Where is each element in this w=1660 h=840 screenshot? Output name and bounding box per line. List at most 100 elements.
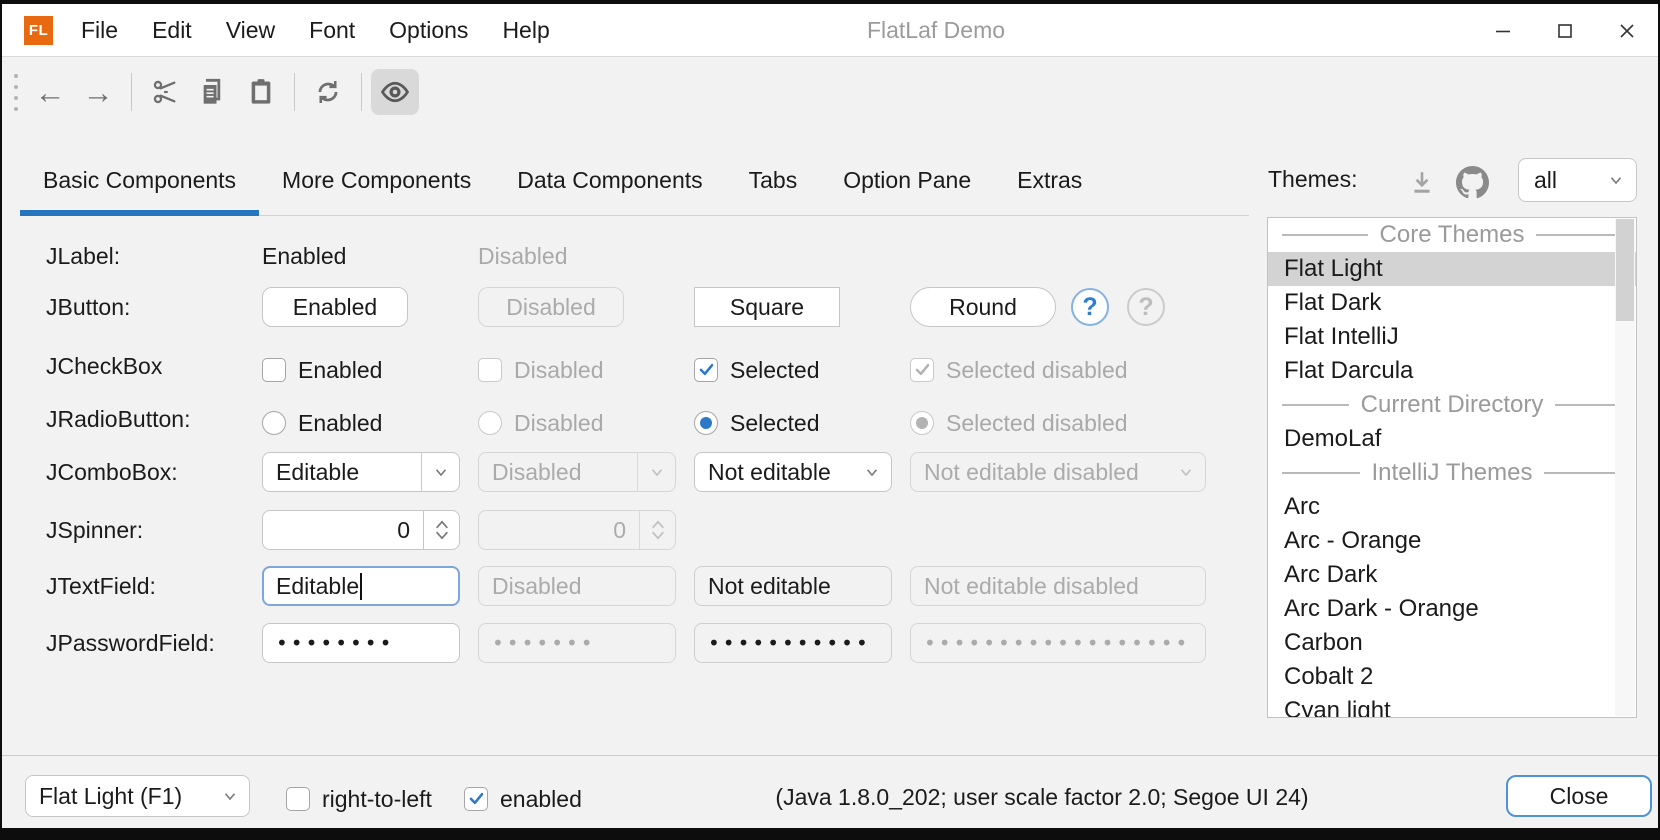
list-separator: IntelliJ Themes (1268, 456, 1636, 490)
enabled-button[interactable]: Enabled (262, 287, 408, 327)
laf-selector-combobox[interactable]: Flat Light (F1) (25, 775, 250, 817)
list-item[interactable]: Arc Dark - Orange (1268, 592, 1636, 626)
bottom-divider (2, 755, 1658, 756)
radio-label: Disabled (514, 410, 604, 437)
textfield-value: Not editable (708, 573, 831, 600)
spinner-value: 0 (479, 511, 639, 549)
tab-tabs[interactable]: Tabs (726, 146, 821, 215)
right-to-left-checkbox[interactable]: right-to-left (286, 783, 432, 815)
tab-basic-components[interactable]: Basic Components (20, 146, 259, 215)
passwordfield-not-editable-disabled: •••••••••••••••••• (910, 623, 1206, 663)
spinner-up-down-icons[interactable] (423, 511, 459, 549)
list-item[interactable]: Cyan light (1268, 694, 1636, 718)
passwordfield-not-editable[interactable]: ••••••••••• (694, 623, 892, 663)
chevron-down-icon (1596, 171, 1636, 189)
radio-label: Selected disabled (946, 410, 1128, 437)
github-button[interactable] (1454, 164, 1490, 200)
enabled-checkbox[interactable]: enabled (464, 783, 582, 815)
combobox-editable[interactable]: Editable (262, 452, 460, 492)
checkbox-check-icon (910, 358, 934, 382)
checkbox-label: Selected (730, 357, 820, 384)
jlabel-row-label: JLabel: (46, 240, 120, 272)
toolbar-grip-handle[interactable] (14, 74, 18, 111)
spinner-enabled[interactable]: 0 (262, 510, 460, 550)
close-icon[interactable] (1596, 4, 1658, 57)
combobox-value[interactable]: Editable (263, 459, 421, 486)
spinner-disabled: 0 (478, 510, 676, 550)
menu-view[interactable]: View (209, 4, 292, 57)
chevron-down-icon[interactable] (421, 453, 459, 491)
list-item[interactable]: Flat Dark (1268, 286, 1636, 320)
list-item[interactable]: Flat IntelliJ (1268, 320, 1636, 354)
flatlaf-logo-icon: FL (24, 16, 53, 45)
paste-button[interactable] (237, 69, 285, 115)
close-button[interactable]: Close (1506, 775, 1652, 817)
list-item[interactable]: Arc (1268, 490, 1636, 524)
password-dots: ••••••• (492, 631, 596, 655)
toolbar-separator (131, 73, 132, 111)
tab-more-components[interactable]: More Components (259, 146, 494, 215)
cut-button[interactable] (141, 69, 189, 115)
github-icon (1456, 166, 1489, 199)
textfield-editable[interactable]: Editable (262, 566, 460, 606)
checkbox-selected[interactable]: Selected (694, 354, 820, 386)
help-button[interactable]: ? (1071, 288, 1109, 326)
minimize-icon[interactable] (1472, 4, 1534, 57)
toolbar-separator (294, 73, 295, 111)
radio-selected[interactable]: Selected (694, 407, 820, 439)
radio-circle-icon (478, 411, 502, 435)
menu-options[interactable]: Options (372, 4, 485, 57)
passwordfield-editable[interactable]: •••••••• (262, 623, 460, 663)
scrollbar-track[interactable] (1615, 219, 1635, 716)
textfield-not-editable[interactable]: Not editable (694, 566, 892, 606)
refresh-icon (314, 78, 342, 106)
menu-file[interactable]: File (64, 4, 135, 57)
copy-icon (199, 78, 227, 106)
help-button-disabled: ? (1127, 288, 1165, 326)
checkbox-label: enabled (500, 786, 582, 813)
back-button[interactable]: ← (26, 69, 74, 115)
tab-option-pane[interactable]: Option Pane (820, 146, 994, 215)
download-button[interactable] (1407, 167, 1437, 197)
square-button[interactable]: Square (694, 287, 840, 327)
radio-dot-icon (910, 411, 934, 435)
list-item[interactable]: Flat Darcula (1268, 354, 1636, 388)
show-hidden-toggle-button[interactable] (371, 69, 419, 115)
round-button[interactable]: Round (910, 287, 1056, 327)
radio-dot-icon (694, 411, 718, 435)
menu-edit[interactable]: Edit (135, 4, 209, 57)
password-dots: •••••••• (276, 631, 394, 655)
list-item[interactable]: Arc - Orange (1268, 524, 1636, 558)
maximize-icon[interactable] (1534, 4, 1596, 57)
radio-enabled[interactable]: Enabled (262, 407, 382, 439)
theme-filter-combobox[interactable]: all (1518, 158, 1637, 202)
jlabel-enabled: Enabled (262, 240, 346, 272)
tab-data-components[interactable]: Data Components (494, 146, 725, 215)
theme-filter-value: all (1519, 167, 1596, 194)
themes-list[interactable]: Core Themes Flat Light Flat Dark Flat In… (1267, 217, 1637, 718)
menu-bar: File Edit View Font Options Help (64, 4, 567, 57)
title-bar: FL File Edit View Font Options Help Flat… (2, 4, 1658, 57)
list-item[interactable]: Carbon (1268, 626, 1636, 660)
list-item[interactable]: Flat Light (1268, 252, 1636, 286)
menu-font[interactable]: Font (292, 4, 372, 57)
list-separator: Current Directory (1268, 388, 1636, 422)
checkbox-enabled[interactable]: Enabled (262, 354, 382, 386)
list-item[interactable]: DemoLaf (1268, 422, 1636, 456)
spinner-value[interactable]: 0 (263, 511, 423, 549)
app-window: FL File Edit View Font Options Help Flat… (2, 4, 1658, 828)
list-item[interactable]: Arc Dark (1268, 558, 1636, 592)
copy-button[interactable] (189, 69, 237, 115)
textfield-value: Editable (276, 573, 359, 600)
combobox-not-editable[interactable]: Not editable (694, 452, 892, 492)
forward-button[interactable]: → (74, 69, 122, 115)
tab-extras[interactable]: Extras (994, 146, 1105, 215)
chevron-down-icon (637, 453, 675, 491)
menu-help[interactable]: Help (485, 4, 566, 57)
list-item[interactable]: Cobalt 2 (1268, 660, 1636, 694)
laf-selector-value: Flat Light (F1) (26, 783, 211, 810)
scrollbar-thumb[interactable] (1616, 219, 1634, 321)
paste-icon (247, 78, 275, 106)
combobox-value: Not editable (695, 459, 853, 486)
refresh-button[interactable] (304, 69, 352, 115)
